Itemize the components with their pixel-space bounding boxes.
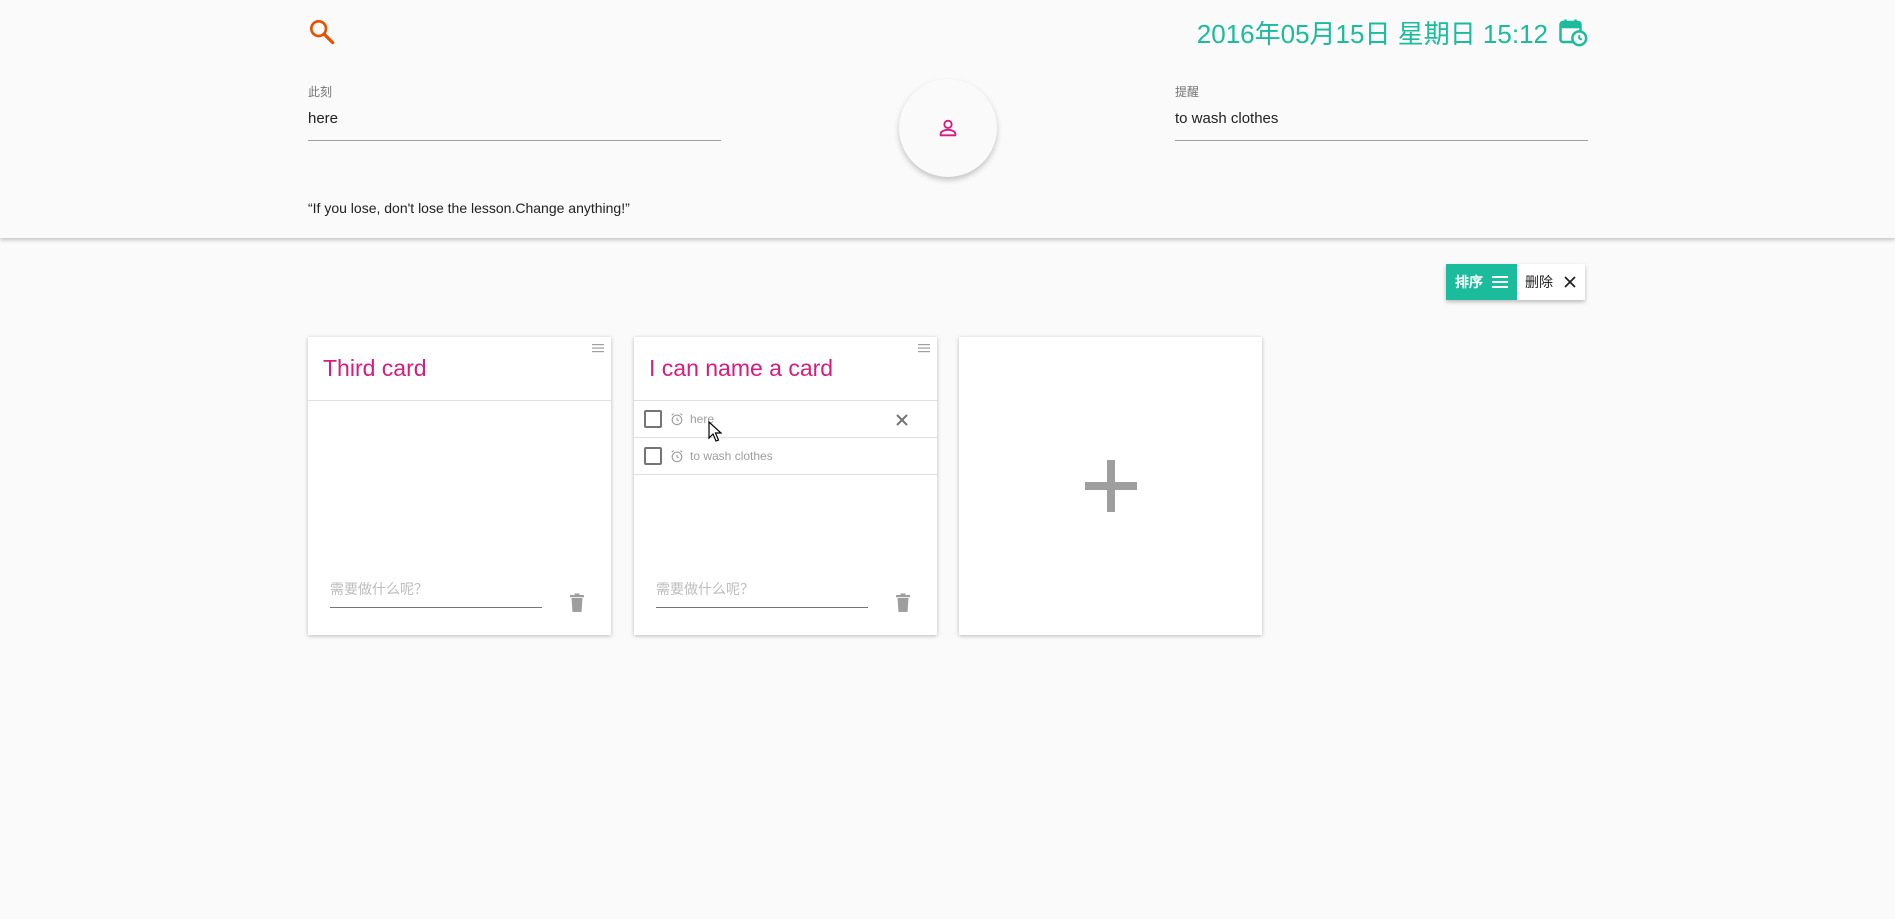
sort-button[interactable]: 排序 <box>1446 264 1517 300</box>
search-icon <box>310 20 335 45</box>
calendar-clock-icon[interactable] <box>1558 17 1588 47</box>
close-icon[interactable] <box>894 412 910 428</box>
drag-handle-icon[interactable] <box>917 342 931 354</box>
motto-quote: “If you lose, don't lose the lesson.Chan… <box>308 200 630 216</box>
person-icon <box>939 119 957 137</box>
search-button[interactable] <box>306 16 338 48</box>
now-field-label: 此刻 <box>308 85 333 99</box>
delete-label: 删除 <box>1525 274 1553 290</box>
datetime-display: 2016年05月15日 星期日 15:12 <box>1180 14 1588 50</box>
card-toolbar: 排序 删除 <box>1446 264 1585 300</box>
reminder-field[interactable]: 提醒 to wash clothes <box>1175 84 1588 141</box>
new-todo-input[interactable]: 需要做什么呢？ <box>656 579 868 608</box>
now-field[interactable]: 此刻 here <box>308 84 721 141</box>
todo-checkbox[interactable] <box>644 447 662 465</box>
datetime-text: 2016年05月15日 星期日 15:12 <box>1196 18 1548 49</box>
add-card-button[interactable] <box>959 337 1262 635</box>
close-icon <box>1564 276 1576 288</box>
drag-handle-icon[interactable] <box>591 342 605 354</box>
todo-item[interactable]: to wash clothes <box>634 438 937 475</box>
todo-checkbox[interactable] <box>644 410 662 428</box>
sort-label: 排序 <box>1455 274 1483 290</box>
card: Third card 需要做什么呢？ <box>308 337 611 635</box>
reminder-field-label: 提醒 <box>1175 85 1200 99</box>
sort-icon <box>1492 276 1508 288</box>
now-field-input[interactable]: here <box>308 100 721 140</box>
trash-icon[interactable] <box>568 593 586 613</box>
trash-icon[interactable] <box>894 593 912 613</box>
card: I can name a card here to wash clothes 需… <box>634 337 937 635</box>
delete-button[interactable]: 删除 <box>1517 264 1585 300</box>
avatar-button[interactable] <box>899 79 997 177</box>
new-todo-input[interactable]: 需要做什么呢？ <box>330 579 542 608</box>
todo-item[interactable]: here <box>634 401 937 438</box>
header: 2016年05月15日 星期日 15:12 此刻 here 提醒 to wash… <box>0 0 1895 238</box>
reminder-field-input[interactable]: to wash clothes <box>1175 100 1588 140</box>
card-title[interactable]: I can name a card <box>634 337 937 401</box>
plus-icon <box>1084 460 1137 512</box>
alarm-icon <box>671 413 683 426</box>
card-title[interactable]: Third card <box>308 337 611 401</box>
todo-text: to wash clothes <box>690 449 773 463</box>
alarm-icon <box>671 450 683 463</box>
mouse-cursor-icon <box>708 421 722 442</box>
